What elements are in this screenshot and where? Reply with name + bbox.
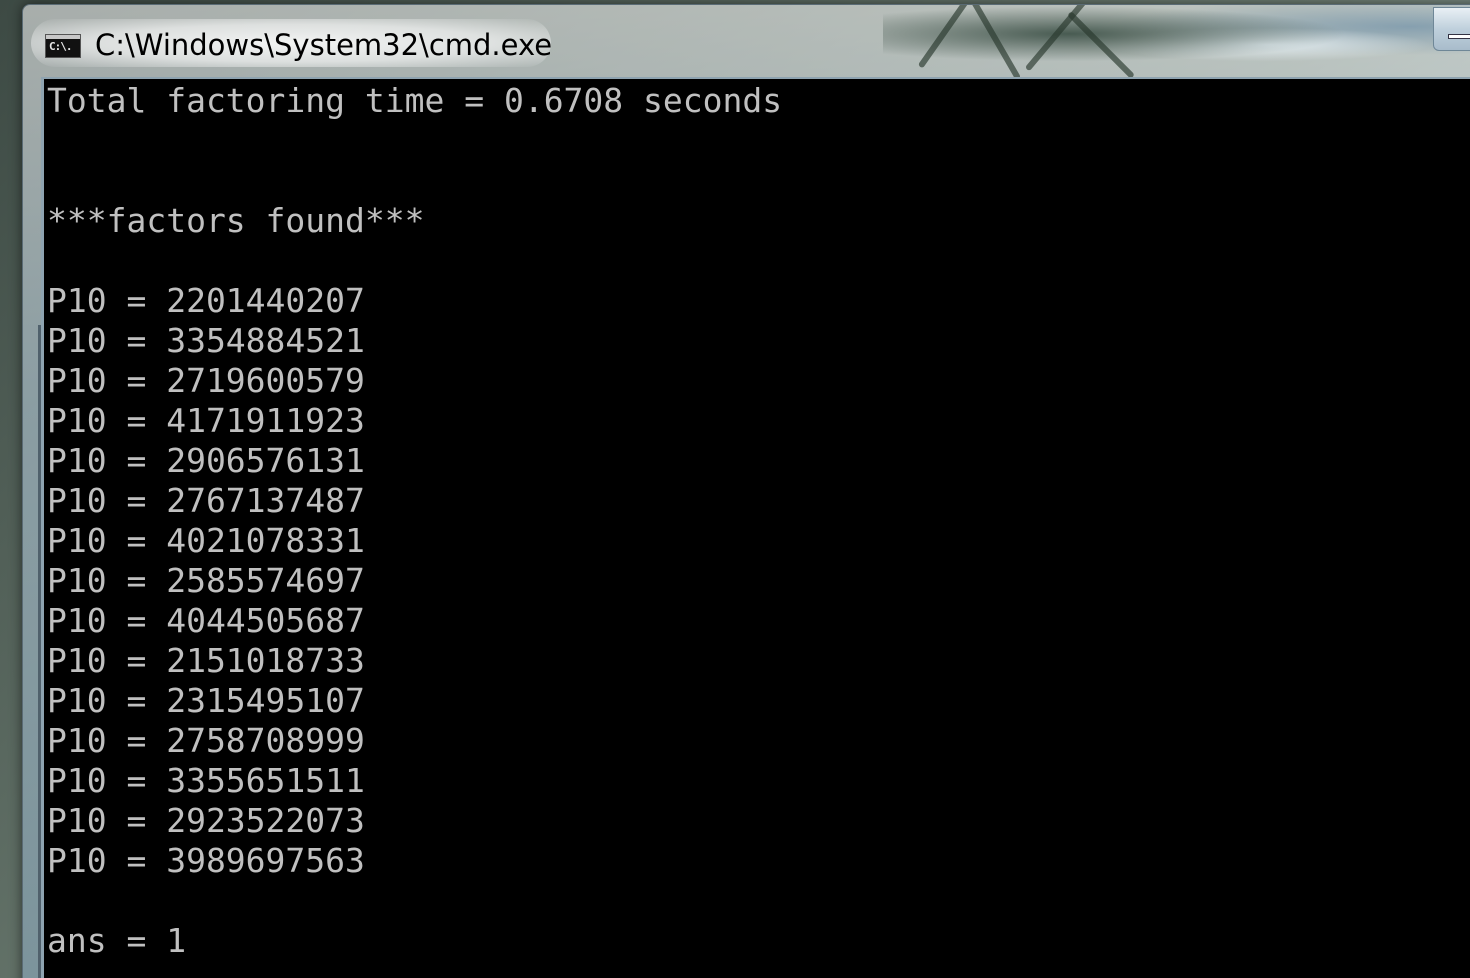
console-line: P10 = 3355651511	[47, 761, 365, 800]
desktop-background: C:\. C:\Windows\System32\cmd.exe Total f…	[0, 0, 1470, 978]
console-line: P10 = 2758708999	[47, 721, 365, 760]
minimize-icon	[1448, 34, 1470, 39]
console-line: ***factors found***	[47, 201, 425, 240]
console-line: P10 = 4171911923	[47, 401, 365, 440]
cmd-icon-bar	[46, 35, 80, 39]
window-title: C:\Windows\System32\cmd.exe	[95, 28, 553, 62]
console-line: P10 = 2719600579	[47, 361, 365, 400]
console-line: P10 = 2585574697	[47, 561, 365, 600]
console-line: P10 = 2151018733	[47, 641, 365, 680]
console-line: P10 = 3989697563	[47, 841, 365, 880]
minimize-button[interactable]	[1433, 7, 1470, 51]
console-line: P10 = 2201440207	[47, 281, 365, 320]
title-bar[interactable]: C:\. C:\Windows\System32\cmd.exe	[23, 5, 1470, 77]
console-line: P10 = 3354884521	[47, 321, 365, 360]
cmd-icon-text: C:\.	[49, 40, 72, 53]
cmd-window[interactable]: C:\. C:\Windows\System32\cmd.exe Total f…	[22, 4, 1470, 978]
console-line: P10 = 2315495107	[47, 681, 365, 720]
cmd-icon[interactable]: C:\.	[45, 34, 81, 58]
console-line: P10 = 4021078331	[47, 521, 365, 560]
console-line: Total factoring time = 0.6708 seconds	[47, 81, 783, 120]
console-line: P10 = 2906576131	[47, 441, 365, 480]
console-line: P10 = 2767137487	[47, 481, 365, 520]
console-output-area[interactable]: Total factoring time = 0.6708 seconds ***…	[41, 77, 1470, 978]
console-line: P10 = 4044505687	[47, 601, 365, 640]
console-text: Total factoring time = 0.6708 seconds ***…	[47, 81, 782, 961]
console-line: P10 = 2923522073	[47, 801, 365, 840]
console-line: ans = 1	[47, 921, 187, 960]
